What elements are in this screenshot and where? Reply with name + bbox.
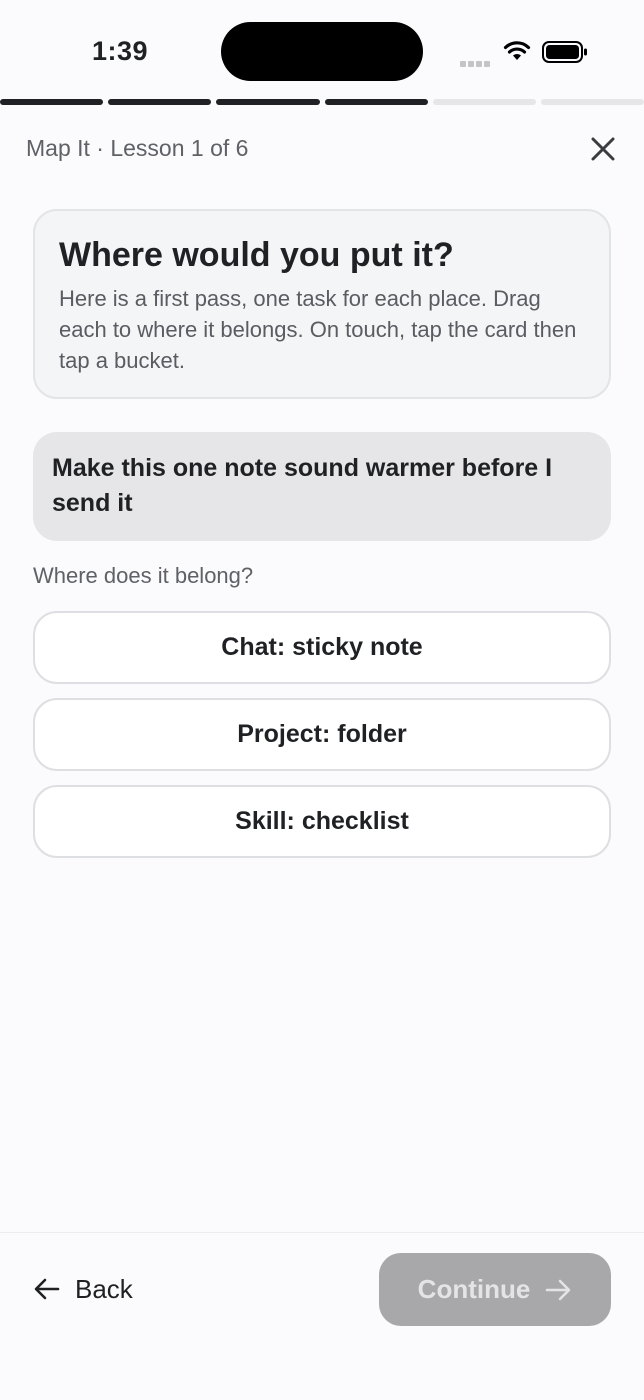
intro-title: Where would you put it? [59,236,454,274]
status-bar: 1:39 [0,0,644,100]
progress-segment [216,99,320,105]
footer-nav: Back Continue [0,1232,644,1400]
intro-card: Where would you put it? Here is a first … [33,209,611,399]
lesson-label: Map It · Lesson 1 of 6 [26,135,249,161]
draggable-task-card[interactable]: Make this one note sound warmer before I… [33,432,611,541]
dynamic-island [221,22,423,81]
back-button[interactable]: Back [33,1269,133,1309]
progress-segment [108,99,212,105]
progress-segment [0,99,104,105]
bucket-chat-sticky-note[interactable]: Chat: sticky note [33,611,611,684]
bucket-project-folder[interactable]: Project: folder [33,698,611,771]
continue-label: Continue [417,1274,531,1304]
bucket-prompt: Where does it belong? [33,563,254,588]
arrow-right-icon [546,1279,571,1300]
wifi-icon [503,41,531,60]
lesson-progress-bar [0,99,644,106]
intro-instructions: Here is a first pass, one task for each … [59,286,577,373]
close-icon[interactable] [588,134,618,164]
bucket-skill-checklist[interactable]: Skill: checklist [33,785,611,858]
battery-icon [542,41,587,63]
continue-button[interactable]: Continue [379,1253,611,1326]
lesson-header: Map It · Lesson 1 of 6 [26,132,618,168]
arrow-left-icon [34,1278,60,1300]
cellular-signal-icon [460,54,494,67]
progress-segment [432,99,536,105]
progress-segment [324,99,428,105]
back-label: Back [75,1273,133,1304]
progress-segment [540,99,644,105]
status-time: 1:39 [92,36,149,66]
